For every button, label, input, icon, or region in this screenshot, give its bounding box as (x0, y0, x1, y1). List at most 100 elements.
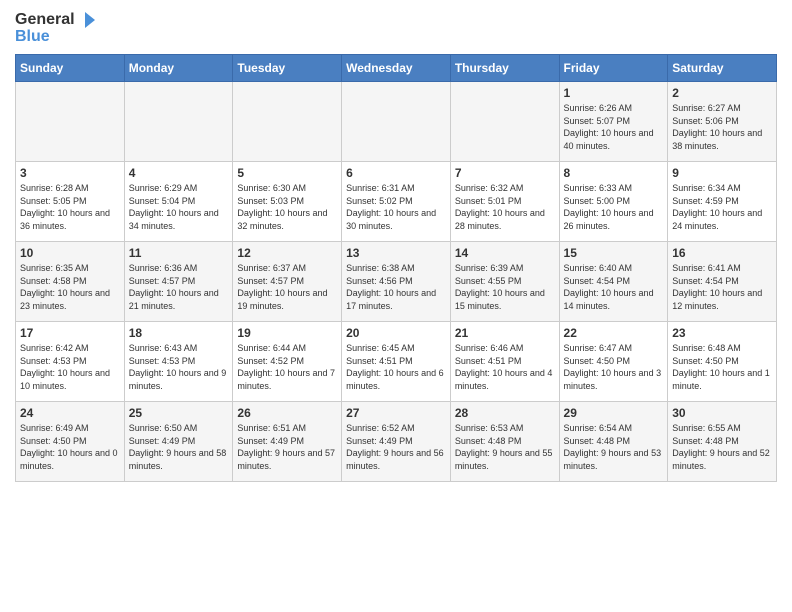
day-cell: 30 Sunrise: 6:55 AM Sunset: 4:48 PM Dayli… (668, 402, 777, 482)
day-info: Sunrise: 6:41 AM Sunset: 4:54 PM Dayligh… (672, 262, 772, 312)
header-cell-saturday: Saturday (668, 55, 777, 82)
day-cell: 1Sunrise: 6:26 AM Sunset: 5:07 PM Daylig… (559, 82, 668, 162)
day-number: 16 (672, 246, 772, 260)
header-cell-monday: Monday (124, 55, 233, 82)
day-cell: 2Sunrise: 6:27 AM Sunset: 5:06 PM Daylig… (668, 82, 777, 162)
day-info: Sunrise: 6:52 AM Sunset: 4:49 PM Dayligh… (346, 422, 446, 472)
day-info: Sunrise: 6:50 AM Sunset: 4:49 PM Dayligh… (129, 422, 229, 472)
day-number: 11 (129, 246, 229, 260)
day-number: 29 (564, 406, 664, 420)
header-cell-thursday: Thursday (450, 55, 559, 82)
day-info: Sunrise: 6:37 AM Sunset: 4:57 PM Dayligh… (237, 262, 337, 312)
day-number: 20 (346, 326, 446, 340)
day-number: 10 (20, 246, 120, 260)
logo-blue: Blue (15, 28, 50, 46)
day-info: Sunrise: 6:31 AM Sunset: 5:02 PM Dayligh… (346, 182, 446, 232)
week-row-1: 3 Sunrise: 6:28 AM Sunset: 5:05 PM Daylig… (16, 162, 777, 242)
day-number: 4 (129, 166, 229, 180)
day-number: 24 (20, 406, 120, 420)
day-number: 9 (672, 166, 772, 180)
day-cell: 14 Sunrise: 6:39 AM Sunset: 4:55 PM Dayli… (450, 242, 559, 322)
day-number: 3 (20, 166, 120, 180)
day-info: Sunrise: 6:28 AM Sunset: 5:05 PM Dayligh… (20, 182, 120, 232)
day-cell: 18 Sunrise: 6:43 AM Sunset: 4:53 PM Dayli… (124, 322, 233, 402)
day-info: Sunrise: 6:39 AM Sunset: 4:55 PM Dayligh… (455, 262, 555, 312)
day-cell: 15Sunrise: 6:40 AM Sunset: 4:54 PM Dayli… (559, 242, 668, 322)
day-cell (124, 82, 233, 162)
day-info: Sunrise: 6:46 AM Sunset: 4:51 PM Dayligh… (455, 342, 555, 392)
header-cell-tuesday: Tuesday (233, 55, 342, 82)
day-number: 19 (237, 326, 337, 340)
day-cell (342, 82, 451, 162)
day-info: Sunrise: 6:42 AM Sunset: 4:53 PM Dayligh… (20, 342, 120, 392)
day-cell: 27 Sunrise: 6:52 AM Sunset: 4:49 PM Dayli… (342, 402, 451, 482)
calendar-body: 1Sunrise: 6:26 AM Sunset: 5:07 PM Daylig… (16, 82, 777, 482)
day-number: 2 (672, 86, 772, 100)
day-info: Sunrise: 6:33 AM Sunset: 5:00 PM Dayligh… (564, 182, 664, 232)
day-info: Sunrise: 6:43 AM Sunset: 4:53 PM Dayligh… (129, 342, 229, 392)
day-number: 28 (455, 406, 555, 420)
logo-general: General (15, 11, 75, 29)
day-info: Sunrise: 6:38 AM Sunset: 4:56 PM Dayligh… (346, 262, 446, 312)
header-cell-wednesday: Wednesday (342, 55, 451, 82)
header: General Blue (15, 10, 777, 46)
logo-text-block: General Blue (15, 10, 97, 46)
day-number: 6 (346, 166, 446, 180)
calendar-table: SundayMondayTuesdayWednesdayThursdayFrid… (15, 54, 777, 482)
header-cell-sunday: Sunday (16, 55, 125, 82)
day-cell (450, 82, 559, 162)
day-cell: 19 Sunrise: 6:44 AM Sunset: 4:52 PM Dayli… (233, 322, 342, 402)
day-number: 26 (237, 406, 337, 420)
calendar-header: SundayMondayTuesdayWednesdayThursdayFrid… (16, 55, 777, 82)
day-cell: 9 Sunrise: 6:34 AM Sunset: 4:59 PM Daylig… (668, 162, 777, 242)
day-number: 27 (346, 406, 446, 420)
day-cell: 3 Sunrise: 6:28 AM Sunset: 5:05 PM Daylig… (16, 162, 125, 242)
day-cell: 20Sunrise: 6:45 AM Sunset: 4:51 PM Dayli… (342, 322, 451, 402)
day-cell: 10Sunrise: 6:35 AM Sunset: 4:58 PM Dayli… (16, 242, 125, 322)
day-info: Sunrise: 6:55 AM Sunset: 4:48 PM Dayligh… (672, 422, 772, 472)
day-cell (16, 82, 125, 162)
day-cell: 17 Sunrise: 6:42 AM Sunset: 4:53 PM Dayli… (16, 322, 125, 402)
day-info: Sunrise: 6:49 AM Sunset: 4:50 PM Dayligh… (20, 422, 120, 472)
day-cell: 8 Sunrise: 6:33 AM Sunset: 5:00 PM Daylig… (559, 162, 668, 242)
header-row: SundayMondayTuesdayWednesdayThursdayFrid… (16, 55, 777, 82)
day-info: Sunrise: 6:54 AM Sunset: 4:48 PM Dayligh… (564, 422, 664, 472)
day-number: 30 (672, 406, 772, 420)
day-number: 8 (564, 166, 664, 180)
day-cell: 7 Sunrise: 6:32 AM Sunset: 5:01 PM Daylig… (450, 162, 559, 242)
week-row-4: 24 Sunrise: 6:49 AM Sunset: 4:50 PM Dayli… (16, 402, 777, 482)
day-number: 7 (455, 166, 555, 180)
day-number: 25 (129, 406, 229, 420)
day-cell: 26Sunrise: 6:51 AM Sunset: 4:49 PM Dayli… (233, 402, 342, 482)
day-info: Sunrise: 6:34 AM Sunset: 4:59 PM Dayligh… (672, 182, 772, 232)
day-number: 14 (455, 246, 555, 260)
header-cell-friday: Friday (559, 55, 668, 82)
day-number: 13 (346, 246, 446, 260)
day-cell: 24 Sunrise: 6:49 AM Sunset: 4:50 PM Dayli… (16, 402, 125, 482)
day-info: Sunrise: 6:47 AM Sunset: 4:50 PM Dayligh… (564, 342, 664, 392)
page: General Blue SundayMondayTuesdayWednesda… (0, 0, 792, 497)
day-number: 22 (564, 326, 664, 340)
day-info: Sunrise: 6:53 AM Sunset: 4:48 PM Dayligh… (455, 422, 555, 472)
day-cell: 28 Sunrise: 6:53 AM Sunset: 4:48 PM Dayli… (450, 402, 559, 482)
day-number: 18 (129, 326, 229, 340)
day-cell: 21Sunrise: 6:46 AM Sunset: 4:51 PM Dayli… (450, 322, 559, 402)
day-cell: 16 Sunrise: 6:41 AM Sunset: 4:54 PM Dayli… (668, 242, 777, 322)
day-info: Sunrise: 6:48 AM Sunset: 4:50 PM Dayligh… (672, 342, 772, 392)
week-row-3: 17 Sunrise: 6:42 AM Sunset: 4:53 PM Dayli… (16, 322, 777, 402)
day-number: 12 (237, 246, 337, 260)
day-number: 17 (20, 326, 120, 340)
day-cell: 29 Sunrise: 6:54 AM Sunset: 4:48 PM Dayli… (559, 402, 668, 482)
day-info: Sunrise: 6:44 AM Sunset: 4:52 PM Dayligh… (237, 342, 337, 392)
day-cell: 22 Sunrise: 6:47 AM Sunset: 4:50 PM Dayli… (559, 322, 668, 402)
week-row-2: 10Sunrise: 6:35 AM Sunset: 4:58 PM Dayli… (16, 242, 777, 322)
day-number: 5 (237, 166, 337, 180)
day-info: Sunrise: 6:36 AM Sunset: 4:57 PM Dayligh… (129, 262, 229, 312)
day-number: 15 (564, 246, 664, 260)
logo: General Blue (15, 10, 97, 46)
day-info: Sunrise: 6:32 AM Sunset: 5:01 PM Dayligh… (455, 182, 555, 232)
day-info: Sunrise: 6:30 AM Sunset: 5:03 PM Dayligh… (237, 182, 337, 232)
day-cell: 23Sunrise: 6:48 AM Sunset: 4:50 PM Dayli… (668, 322, 777, 402)
day-cell: 13 Sunrise: 6:38 AM Sunset: 4:56 PM Dayli… (342, 242, 451, 322)
day-info: Sunrise: 6:29 AM Sunset: 5:04 PM Dayligh… (129, 182, 229, 232)
